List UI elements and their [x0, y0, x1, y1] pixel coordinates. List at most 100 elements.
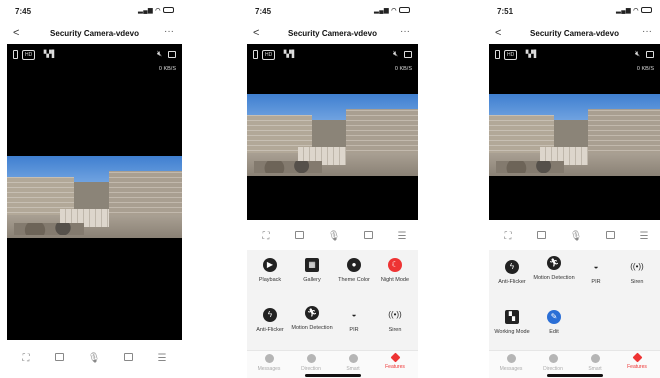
status-time: 7:51	[497, 7, 514, 16]
video-record-icon[interactable]	[361, 230, 375, 244]
status-bar: 7:51 ▂▄▆ ◠	[489, 0, 660, 26]
tab-direction[interactable]: Direction	[535, 354, 571, 372]
status-bar: 7:45 ▂▄▆ ◠	[7, 0, 182, 26]
signal-icon: ▝▞▌	[41, 51, 57, 58]
feature-playback[interactable]: ▶ Playback	[249, 258, 291, 284]
features-icon	[390, 352, 400, 363]
feature-edit[interactable]: ✎ Edit	[533, 310, 575, 336]
smart-icon	[590, 354, 600, 363]
features-panel: ϟ Anti-Flicker 🏃︎ Motion Detection ◒ PIR…	[489, 250, 660, 350]
video-view[interactable]: HD ▝▞▌ 🔇︎ 0 KB/S	[7, 44, 182, 340]
phone-icon[interactable]	[253, 50, 258, 59]
screenshot-icon[interactable]	[292, 230, 306, 244]
camera-feed-image	[489, 94, 660, 176]
nav-bar: < Security Camera-vdevo ···	[247, 26, 418, 44]
more-button[interactable]: ···	[400, 26, 410, 37]
video-controls: HD ▝▞▌ 🔇︎	[13, 49, 176, 62]
feature-working-mode[interactable]: ▚ Working Mode	[491, 310, 533, 336]
bell-icon	[506, 354, 516, 363]
mute-icon[interactable]: 🔇︎	[157, 49, 162, 59]
tab-smart[interactable]: Smart	[577, 354, 613, 372]
signal-battery-icon: ▂▄▆ ◠	[374, 7, 410, 14]
moon-icon: ☾	[388, 258, 402, 272]
feature-pir[interactable]: ◒ PIR	[575, 260, 617, 286]
signal-battery-icon: ▂▄▆ ◠	[616, 7, 652, 14]
screenshot-icon[interactable]	[534, 230, 548, 244]
direction-icon	[548, 354, 558, 363]
feature-anti-flicker[interactable]: ϟ Anti-Flicker	[249, 308, 291, 334]
record-icon[interactable]	[404, 51, 412, 58]
page-title: Security Camera-vdevo	[530, 29, 619, 38]
mute-icon[interactable]: 🔇︎	[635, 49, 640, 59]
signal-battery-icon: ▂▄▆ ◠	[138, 7, 174, 14]
feature-motion-detection[interactable]: 🏃︎ Motion Detection	[533, 256, 575, 282]
feature-motion-detection[interactable]: 🏃︎ Motion Detection	[291, 306, 333, 332]
feature-theme-color[interactable]: ● Theme Color	[333, 258, 375, 284]
pir-sensor-icon: ◒	[351, 310, 357, 319]
microphone-icon[interactable]: 🎙︎	[327, 230, 341, 244]
siren-icon: ((•))	[630, 262, 644, 271]
tab-messages[interactable]: Messages	[493, 354, 529, 372]
feature-siren[interactable]: ((•)) Siren	[374, 308, 416, 334]
video-view[interactable]: HD ▝▞▌ 🔇︎ 0 KB/S	[489, 44, 660, 220]
control-toolbar: ⛶ 🎙︎ ☰	[489, 226, 660, 248]
hd-toggle[interactable]: HD	[262, 50, 276, 60]
feature-night-mode[interactable]: ☾ Night Mode	[374, 258, 416, 284]
fullscreen-icon[interactable]: ⛶	[501, 230, 515, 244]
motion-icon: 🏃︎	[305, 306, 319, 320]
status-bar: 7:45 ▂▄▆ ◠	[247, 0, 418, 26]
feature-siren[interactable]: ((•)) Siren	[616, 260, 658, 286]
edit-icon: ✎	[547, 310, 561, 324]
bell-icon	[264, 354, 274, 363]
nav-bar: < Security Camera-vdevo ···	[489, 26, 660, 44]
video-record-icon[interactable]	[121, 352, 135, 366]
control-toolbar: ⛶ 🎙︎ ☰	[247, 226, 418, 248]
phone-screen-3: 7:51 ▂▄▆ ◠ < Security Camera-vdevo ··· H…	[489, 0, 660, 378]
more-button[interactable]: ···	[642, 26, 652, 37]
microphone-icon[interactable]: 🎙︎	[569, 230, 583, 244]
menu-icon[interactable]: ☰	[395, 230, 409, 244]
menu-icon[interactable]: ☰	[155, 352, 169, 366]
hd-toggle[interactable]: HD	[504, 50, 518, 60]
feature-gallery[interactable]: ▦ Gallery	[291, 258, 333, 284]
hd-toggle[interactable]: HD	[22, 50, 36, 60]
image-icon: ▦	[305, 258, 319, 272]
bottom-toolbar: ⛶ 🎙︎ ☰	[7, 348, 182, 370]
video-view[interactable]: HD ▝▞▌ 🔇︎ 0 KB/S	[247, 44, 418, 220]
features-panel: ▶ Playback ▦ Gallery ● Theme Color ☾ Nig…	[247, 250, 418, 350]
phone-icon[interactable]	[495, 50, 500, 59]
microphone-icon[interactable]: 🎙︎	[87, 352, 101, 366]
home-indicator	[547, 374, 603, 377]
tab-messages[interactable]: Messages	[251, 354, 287, 372]
more-button[interactable]: ···	[164, 26, 174, 37]
mute-icon[interactable]: 🔇︎	[393, 49, 398, 59]
page-title: Security Camera-vdevo	[50, 29, 139, 38]
speed-readout: 0 KB/S	[636, 66, 654, 72]
flicker-icon: ϟ	[505, 260, 519, 274]
feature-pir[interactable]: ◒ PIR	[333, 308, 375, 334]
fullscreen-icon[interactable]: ⛶	[259, 230, 273, 244]
menu-icon[interactable]: ☰	[637, 230, 651, 244]
phone-icon[interactable]	[13, 50, 18, 59]
tab-direction[interactable]: Direction	[293, 354, 329, 372]
fullscreen-icon[interactable]: ⛶	[19, 352, 33, 366]
signal-icon: ▝▞▌	[281, 51, 297, 58]
tab-features[interactable]: Features	[377, 352, 413, 370]
status-time: 7:45	[255, 7, 272, 16]
pir-sensor-icon: ◒	[593, 262, 599, 271]
video-record-icon[interactable]	[603, 230, 617, 244]
siren-icon: ((•))	[388, 310, 402, 319]
record-icon[interactable]	[646, 51, 654, 58]
tab-features[interactable]: Features	[619, 352, 655, 370]
feature-anti-flicker[interactable]: ϟ Anti-Flicker	[491, 260, 533, 286]
play-icon: ▶	[263, 258, 277, 272]
smart-icon	[348, 354, 358, 363]
features-icon	[632, 352, 642, 363]
direction-icon	[306, 354, 316, 363]
screenshot-icon[interactable]	[52, 352, 66, 366]
video-controls: HD ▝▞▌ 🔇︎	[253, 49, 412, 62]
camera-feed-image	[247, 94, 418, 176]
home-indicator	[305, 374, 361, 377]
tab-smart[interactable]: Smart	[335, 354, 371, 372]
record-icon[interactable]	[168, 51, 176, 58]
